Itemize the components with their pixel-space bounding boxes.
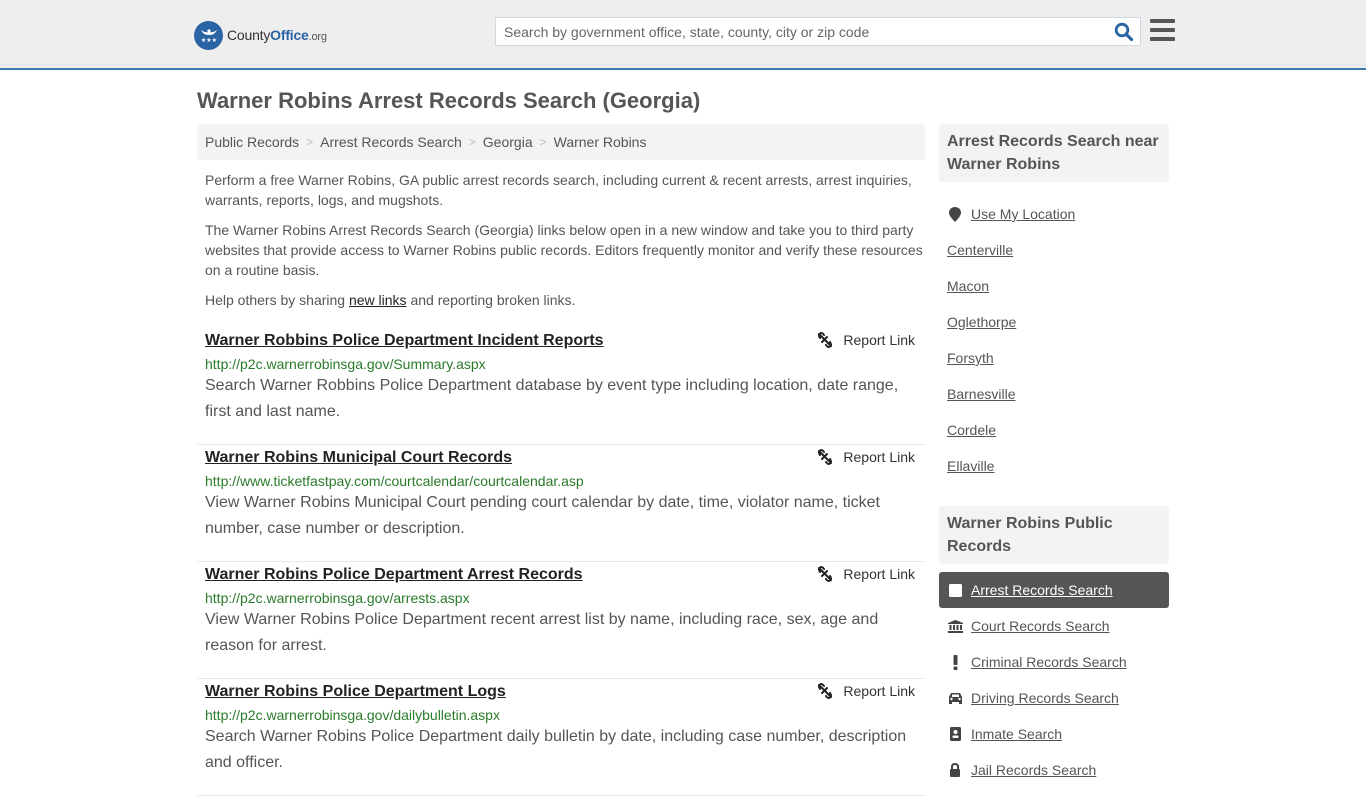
- nearby-city-list: Use My Location Centerville Macon Ogleth…: [939, 182, 1169, 484]
- sidebar: Arrest Records Search near Warner Robins…: [939, 124, 1169, 788]
- sidebar-item-driving-records[interactable]: Driving Records Search: [939, 680, 1169, 716]
- car-icon: [947, 690, 963, 706]
- breadcrumb-separator: >: [306, 135, 314, 149]
- square-icon: [947, 582, 963, 598]
- nearby-heading: Arrest Records Search near Warner Robins: [939, 124, 1169, 182]
- broken-link-icon: [818, 566, 833, 582]
- logo-text: CountyOffice.org: [227, 27, 327, 43]
- sidebar-link-arrest-records[interactable]: Arrest Records Search: [971, 582, 1113, 598]
- breadcrumb: Public Records > Arrest Records Search >…: [197, 124, 925, 160]
- report-link-button[interactable]: Report Link: [817, 332, 915, 348]
- listing-item: Warner Robins Police Department Arrest R…: [197, 562, 925, 679]
- svg-text:★★★: ★★★: [200, 37, 216, 44]
- exclamation-icon: [947, 654, 963, 670]
- listing-title-link[interactable]: Warner Robins Police Department Logs: [205, 683, 506, 701]
- intro-paragraph-1: Perform a free Warner Robins, GA public …: [205, 172, 912, 208]
- breadcrumb-separator: >: [539, 135, 547, 149]
- search-input[interactable]: [496, 18, 1106, 45]
- listing-item: Warner Robins Municipal Court Records Re…: [197, 445, 925, 562]
- new-links-link[interactable]: new links: [349, 292, 407, 308]
- breadcrumb-georgia[interactable]: Georgia: [483, 134, 533, 150]
- city-link-oglethorpe[interactable]: Oglethorpe: [947, 314, 1016, 330]
- sidebar-link-driving-records[interactable]: Driving Records Search: [971, 690, 1119, 706]
- page-title: Warner Robins Arrest Records Search (Geo…: [197, 88, 701, 113]
- listing-title-link[interactable]: Warner Robbins Police Department Inciden…: [205, 332, 604, 350]
- map-marker-icon: [947, 206, 963, 222]
- search-icon: [1114, 22, 1134, 42]
- listing-title-link[interactable]: Warner Robins Municipal Court Records: [205, 449, 512, 467]
- breadcrumb-arrest-records-search[interactable]: Arrest Records Search: [320, 134, 462, 150]
- broken-link-icon: [818, 683, 833, 699]
- eagle-stars-icon: ★★★: [194, 20, 223, 50]
- city-link-cordele[interactable]: Cordele: [947, 422, 996, 438]
- city-link-forsyth[interactable]: Forsyth: [947, 350, 994, 366]
- record-listings: Warner Robbins Police Department Inciden…: [197, 328, 925, 796]
- listing-description: Search Warner Robbins Police Department …: [205, 377, 899, 420]
- city-item[interactable]: Centerville: [939, 232, 1169, 268]
- sidebar-item-criminal-records[interactable]: Criminal Records Search: [939, 644, 1169, 680]
- intro-paragraph-2: The Warner Robins Arrest Records Search …: [205, 222, 923, 278]
- use-my-location-item[interactable]: Use My Location: [939, 196, 1169, 232]
- listing-item: Warner Robins Police Department Logs Rep…: [197, 679, 925, 796]
- listing-title-link[interactable]: Warner Robins Police Department Arrest R…: [205, 566, 583, 584]
- sidebar-item-court-records[interactable]: Court Records Search: [939, 608, 1169, 644]
- city-item[interactable]: Barnesville: [939, 376, 1169, 412]
- breadcrumb-separator: >: [468, 135, 476, 149]
- city-link-centerville[interactable]: Centerville: [947, 242, 1013, 258]
- site-logo[interactable]: ★★★ CountyOffice.org: [194, 20, 327, 50]
- listing-url[interactable]: http://p2c.warnerrobinsga.gov/Summary.as…: [205, 356, 917, 372]
- sidebar-link-jail-records[interactable]: Jail Records Search: [971, 762, 1096, 778]
- city-item[interactable]: Ellaville: [939, 448, 1169, 484]
- courthouse-icon: [947, 618, 963, 634]
- use-my-location-link[interactable]: Use My Location: [971, 206, 1075, 222]
- intro-text: Perform a free Warner Robins, GA public …: [205, 170, 925, 320]
- report-link-button[interactable]: Report Link: [817, 566, 915, 582]
- report-link-button[interactable]: Report Link: [817, 683, 915, 699]
- broken-link-icon: [818, 332, 833, 348]
- city-item[interactable]: Cordele: [939, 412, 1169, 448]
- public-records-heading: Warner Robins Public Records: [939, 506, 1169, 564]
- breadcrumb-public-records[interactable]: Public Records: [205, 134, 299, 150]
- breadcrumb-warner-robins[interactable]: Warner Robins: [554, 134, 647, 150]
- city-item[interactable]: Macon: [939, 268, 1169, 304]
- sidebar-item-inmate-search[interactable]: Inmate Search: [939, 716, 1169, 752]
- city-link-macon[interactable]: Macon: [947, 278, 989, 294]
- sidebar-link-criminal-records[interactable]: Criminal Records Search: [971, 654, 1127, 670]
- broken-link-icon: [818, 449, 833, 465]
- lock-icon: [947, 762, 963, 778]
- id-badge-icon: [947, 726, 963, 742]
- listing-url[interactable]: http://p2c.warnerrobinsga.gov/arrests.as…: [205, 590, 917, 606]
- sidebar-item-jail-records[interactable]: Jail Records Search: [939, 752, 1169, 788]
- search-button[interactable]: [1114, 22, 1134, 42]
- listing-description: View Warner Robins Police Department rec…: [205, 611, 879, 654]
- listing-item: Warner Robbins Police Department Inciden…: [197, 328, 925, 445]
- city-link-barnesville[interactable]: Barnesville: [947, 386, 1015, 402]
- city-link-ellaville[interactable]: Ellaville: [947, 458, 994, 474]
- city-item[interactable]: Forsyth: [939, 340, 1169, 376]
- listing-url[interactable]: http://www.ticketfastpay.com/courtcalend…: [205, 473, 917, 489]
- sidebar-link-inmate-search[interactable]: Inmate Search: [971, 726, 1062, 742]
- intro-paragraph-3: Help others by sharing new links and rep…: [205, 292, 576, 308]
- listing-url[interactable]: http://p2c.warnerrobinsga.gov/dailybulle…: [205, 707, 917, 723]
- public-records-list: Arrest Records Search Court Records Sear…: [939, 564, 1169, 788]
- search-box: [495, 17, 1141, 46]
- listing-description: View Warner Robins Municipal Court pendi…: [205, 494, 880, 537]
- sidebar-link-court-records[interactable]: Court Records Search: [971, 618, 1110, 634]
- hamburger-menu-icon[interactable]: [1150, 19, 1175, 41]
- sidebar-item-arrest-records[interactable]: Arrest Records Search: [939, 572, 1169, 608]
- city-item[interactable]: Oglethorpe: [939, 304, 1169, 340]
- site-header: ★★★ CountyOffice.org: [0, 0, 1366, 70]
- report-link-button[interactable]: Report Link: [817, 449, 915, 465]
- listing-description: Search Warner Robins Police Department d…: [205, 728, 907, 771]
